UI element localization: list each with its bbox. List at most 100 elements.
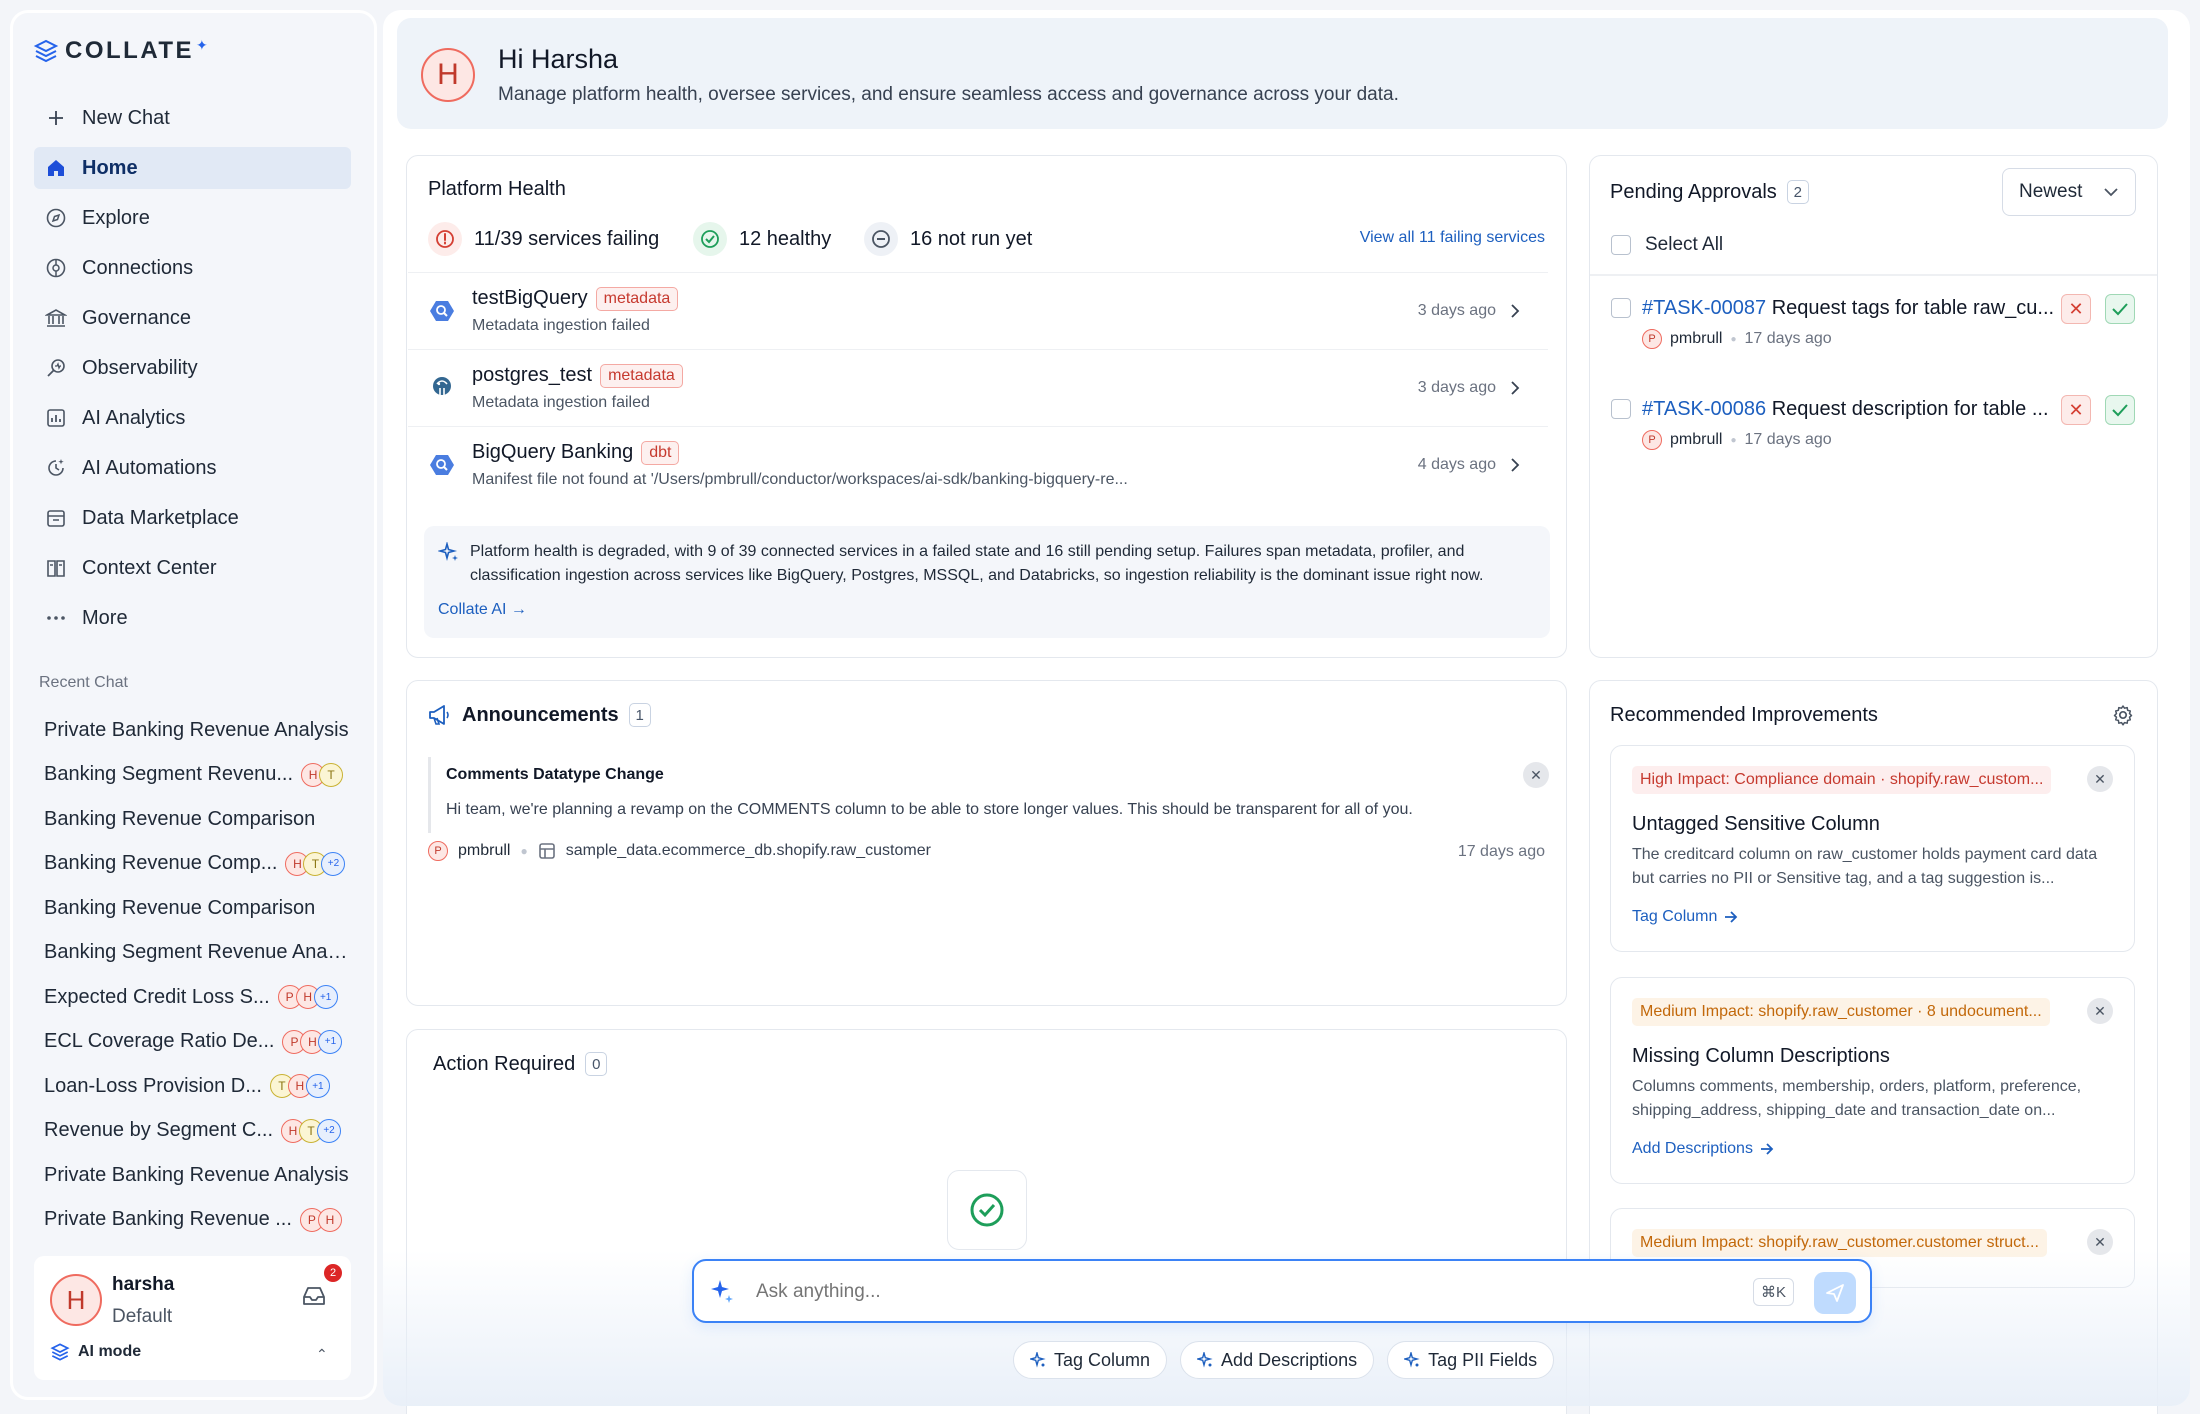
approve-button[interactable]	[2105, 395, 2135, 425]
recommendation-action-label: Tag Column	[1632, 908, 1718, 925]
task-id[interactable]: #TASK-00087	[1642, 297, 1766, 319]
task-checkbox[interactable]	[1611, 399, 1631, 419]
service-header: BigQuery Banking dbt	[472, 440, 1418, 465]
recent-chat-item[interactable]: Banking Revenue Comparison	[44, 802, 349, 836]
recent-chat-title: Revenue by Segment C...	[44, 1119, 274, 1141]
user-name: harsha	[112, 1274, 175, 1295]
view-all-failing-link[interactable]: View all 11 failing services	[1245, 229, 1545, 247]
chat-input-box[interactable]: ⌘K	[692, 1259, 1872, 1323]
sidebar-item-label: More	[82, 606, 128, 629]
sidebar-item-explore[interactable]: Explore	[34, 197, 351, 239]
chat-input[interactable]	[756, 1275, 1756, 1309]
settings-gear-icon[interactable]	[2112, 704, 2134, 726]
service-name: BigQuery Banking	[472, 441, 634, 463]
sidebar-item-data-marketplace[interactable]: Data Marketplace	[34, 497, 351, 539]
reject-button[interactable]: ✕	[2061, 395, 2091, 425]
participant-avatars: T H +1	[269, 1074, 330, 1098]
sidebar-item-home[interactable]: Home	[34, 147, 351, 189]
task-user: pmbrull	[1670, 330, 1723, 347]
sidebar-item-label: Data Marketplace	[82, 506, 239, 529]
sidebar-item-connections[interactable]: Connections	[34, 247, 351, 289]
recent-chat-item[interactable]: Banking Revenue Comp... H T +2	[44, 847, 349, 881]
observability-icon	[44, 356, 68, 380]
recent-chat-item[interactable]: ECL Coverage Ratio De... P H +1	[44, 1025, 349, 1059]
failing-summary: 11/39 services failing	[428, 222, 659, 256]
recommendation-action-link[interactable]: Tag Column	[1632, 908, 1739, 926]
action-required-title: Action Required	[433, 1052, 576, 1075]
marketplace-icon	[44, 506, 68, 530]
announcement-item[interactable]: Comments Datatype Change Hi team, we're …	[428, 757, 1549, 833]
recent-chat-item[interactable]: Loan-Loss Provision D... T H +1	[44, 1069, 349, 1103]
chip-tag-pii-fields[interactable]: Tag PII Fields	[1387, 1341, 1555, 1379]
quick-action-chips: Tag Column Add Descriptions Tag PII Fields	[1013, 1341, 1555, 1379]
send-button[interactable]	[1814, 1272, 1856, 1314]
task-text: Request tags for table raw_cu...	[1771, 297, 2055, 319]
chip-add-descriptions[interactable]: Add Descriptions	[1180, 1341, 1375, 1379]
impact-badge: Medium Impact: shopify.raw_customer · 8 …	[1632, 998, 2050, 1026]
failing-count: 11/39 services failing	[474, 227, 660, 250]
announcement-asset[interactable]: sample_data.ecommerce_db.shopify.raw_cus…	[566, 842, 931, 860]
recent-chat-title: Private Banking Revenue ...	[44, 1208, 292, 1230]
task-ago: 17 days ago	[1744, 330, 1832, 347]
sidebar-item-governance[interactable]: Governance	[34, 297, 351, 339]
select-all[interactable]: Select All	[1611, 234, 1723, 256]
collate-logo-icon	[33, 39, 59, 63]
sidebar-item-label: Connections	[82, 256, 194, 279]
task-ago: 17 days ago	[1744, 431, 1832, 448]
failing-service-row[interactable]: BigQuery Banking dbt Manifest file not fou…	[408, 426, 1548, 502]
task-id[interactable]: #TASK-00086	[1642, 398, 1766, 420]
sparkle-icon	[1030, 1352, 1046, 1368]
recent-chat-title: Private Banking Revenue Analysis	[44, 1163, 349, 1186]
chevron-right-icon	[1510, 380, 1520, 396]
recent-chat-item[interactable]: Banking Revenue Comparison	[44, 891, 349, 925]
recent-chat-item[interactable]: Banking Segment Revenu... H T	[44, 758, 349, 792]
dismiss-recommendation-button[interactable]: ✕	[2087, 998, 2113, 1024]
announcement-user: pmbrull	[458, 842, 511, 859]
sidebar-item-label: Context Center	[82, 556, 217, 579]
approval-task[interactable]: #TASK-00087 Request tags for table raw_c…	[1611, 292, 2141, 362]
sidebar-item-context-center[interactable]: Context Center	[34, 547, 351, 589]
recent-chat-item[interactable]: Private Banking Revenue Analysis	[44, 1158, 349, 1192]
chevron-up-icon[interactable]: ⌃	[316, 1346, 328, 1363]
chip-tag-column[interactable]: Tag Column	[1013, 1341, 1168, 1379]
task-checkbox[interactable]	[1611, 298, 1631, 318]
recent-chat-label: Recent Chat	[39, 674, 128, 691]
chip-label: Tag Column	[1054, 1349, 1151, 1370]
participant-avatar: T	[319, 762, 344, 787]
sidebar-item-more[interactable]: More	[34, 597, 351, 639]
recent-chat-item[interactable]: Private Banking Revenue ... P H	[44, 1203, 349, 1237]
failing-service-row[interactable]: postgres_test metadata Metadata ingestion …	[408, 349, 1548, 425]
user-card[interactable]: H harsha Default 2 AI mode ⌃	[34, 1256, 351, 1380]
task-header: #TASK-00086 Request description for tabl…	[1642, 398, 2049, 421]
failing-service-row[interactable]: testBigQuery metadata Metadata ingestion f…	[408, 272, 1548, 348]
alert-icon	[428, 222, 462, 256]
collate-ai-link[interactable]: Collate AI →	[438, 601, 527, 619]
sort-dropdown[interactable]: Newest	[2002, 168, 2136, 216]
sidebar-item-ai-automations[interactable]: AI Automations	[34, 447, 351, 489]
recent-chat-item[interactable]: Private Banking Revenue Analysis	[44, 713, 349, 747]
recent-chat-item[interactable]: Expected Credit Loss S... P H +1	[44, 980, 349, 1014]
dismiss-recommendation-button[interactable]: ✕	[2087, 766, 2113, 792]
announcement-close-button[interactable]: ✕	[1523, 762, 1549, 788]
reject-button[interactable]: ✕	[2061, 294, 2091, 324]
task-user: pmbrull	[1670, 431, 1723, 448]
recommendation-action-link[interactable]: Add Descriptions	[1632, 1140, 1775, 1158]
collate-logo[interactable]: COLLATE ✦	[33, 36, 208, 66]
recommendation-action-label: Add Descriptions	[1632, 1140, 1753, 1157]
bigquery-icon	[428, 451, 456, 479]
recent-chat-item[interactable]: Revenue by Segment C... H T +2	[44, 1114, 349, 1148]
service-info: testBigQuery metadata Metadata ingestion f…	[472, 286, 1418, 335]
approval-task[interactable]: #TASK-00086 Request description for tabl…	[1611, 393, 2141, 463]
ai-mode-icon	[50, 1343, 70, 1361]
service-type-tag: metadata	[600, 363, 683, 388]
sidebar-item-observability[interactable]: Observability	[34, 347, 351, 389]
approve-button[interactable]	[2105, 294, 2135, 324]
inbox-icon[interactable]	[301, 1284, 327, 1308]
sidebar-item-ai-analytics[interactable]: AI Analytics	[34, 397, 351, 439]
recent-chat-item[interactable]: Banking Segment Revenue Analy...	[44, 936, 349, 970]
select-all-checkbox[interactable]	[1611, 235, 1631, 255]
ai-mode-toggle[interactable]: AI mode	[50, 1342, 141, 1362]
recommendation-desc: The creditcard column on raw_customer ho…	[1632, 846, 2098, 887]
user-avatar: H	[50, 1274, 102, 1326]
sidebar-item-new-chat[interactable]: New Chat	[34, 97, 351, 139]
